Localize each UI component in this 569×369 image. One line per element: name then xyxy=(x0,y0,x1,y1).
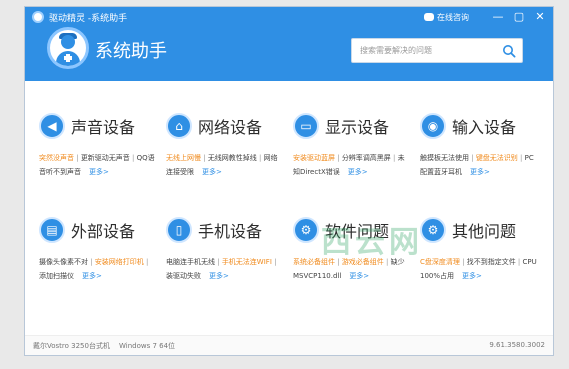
separator: | xyxy=(201,154,208,162)
category-header[interactable]: ⌂ 网络设备 xyxy=(166,111,293,141)
category-header[interactable]: ◉ 输入设备 xyxy=(420,111,547,141)
category-title[interactable]: 手机设备 xyxy=(198,218,262,242)
printer-icon: ▤ xyxy=(39,217,65,243)
problem-link[interactable]: 装驱动失败 xyxy=(166,272,201,280)
watermark: 西云网 xyxy=(321,225,423,260)
separator: | xyxy=(515,258,523,266)
assistant-avatar-icon xyxy=(47,27,89,69)
category-grid: ◀ 声音设备 突然没声音 | 更新驱动无声音 | QQ语音听不到声音 更多> ⌂ 网络设备… xyxy=(39,111,547,319)
category-title[interactable]: 其他问题 xyxy=(452,218,516,242)
separator: | xyxy=(390,154,398,162)
category-header[interactable]: ◀ 声音设备 xyxy=(39,111,166,141)
category-header[interactable]: ▭ 显示设备 xyxy=(293,111,420,141)
separator: | xyxy=(469,154,476,162)
category-title[interactable]: 声音设备 xyxy=(71,114,135,138)
category-title[interactable]: 显示设备 xyxy=(325,114,389,138)
chat-icon xyxy=(424,13,434,21)
separator: | xyxy=(335,154,342,162)
problem-link[interactable]: 安装驱动蓝屏 xyxy=(293,154,335,162)
category-card: ⚙ 其他问题 C盘深度清理 | 找不到指定文件 | CPU 100%占用 更多> xyxy=(420,215,547,319)
app-title: 系统助手 xyxy=(95,41,167,62)
problem-link[interactable]: 安装网络打印机 xyxy=(95,258,144,266)
monitor-icon: ▭ xyxy=(293,113,319,139)
maximize-button[interactable]: ▢ xyxy=(510,9,528,25)
problem-link[interactable]: 找不到指定文件 xyxy=(467,258,516,266)
category-header[interactable]: ▯ 手机设备 xyxy=(166,215,293,245)
more-link[interactable]: 更多> xyxy=(470,168,490,176)
separator: | xyxy=(517,154,525,162)
separator: | xyxy=(459,258,467,266)
separator: | xyxy=(129,154,137,162)
mouse-icon: ◉ xyxy=(420,113,446,139)
more-link[interactable]: 更多> xyxy=(209,272,229,280)
app-small-icon xyxy=(32,11,44,23)
problem-link[interactable]: 添加扫描仪 xyxy=(39,272,74,280)
title-bar[interactable]: 驱动精灵 -系统助手 在线咨询 — ▢ ✕ xyxy=(25,7,553,27)
separator: | xyxy=(271,258,277,266)
category-card: ▭ 显示设备安装驱动蓝屏 | 分辨率调高黑屏 | 未知DirectX错误 更多> xyxy=(293,111,420,215)
category-links: 无线上网慢 | 无线网教性掉线 | 网络连接受限 更多> xyxy=(166,151,284,179)
more-link[interactable]: 更多> xyxy=(462,272,482,280)
search-box[interactable] xyxy=(351,38,523,63)
search-icon[interactable] xyxy=(502,44,516,58)
category-links: 触摸板无法使用 | 键盘无法识别 | PC配置蓝牙耳机 更多> xyxy=(420,151,538,179)
search-input[interactable] xyxy=(352,39,498,62)
more-link[interactable]: 更多> xyxy=(89,168,109,176)
header-bar: 驱动精灵 -系统助手 在线咨询 — ▢ ✕ 系统助手 xyxy=(25,7,553,81)
category-card: ◀ 声音设备突然没声音 | 更新驱动无声音 | QQ语音听不到声音 更多> xyxy=(39,111,166,215)
window-title: 驱动精灵 -系统助手 xyxy=(49,14,128,24)
separator: | xyxy=(256,154,264,162)
separator: | xyxy=(74,154,81,162)
category-card: ◉ 输入设备触摸板无法使用 | 键盘无法识别 | PC配置蓝牙耳机 更多> xyxy=(420,111,547,215)
speaker-icon: ◀ xyxy=(39,113,65,139)
more-link[interactable]: 更多> xyxy=(202,168,222,176)
phone-icon: ▯ xyxy=(166,217,192,243)
status-bar: 戴尔Vostro 3250台式机 Windows 7 64位 9.61.3580… xyxy=(25,335,553,355)
problem-link[interactable]: 突然没声音 xyxy=(39,154,74,162)
gear-icon: ⚙ xyxy=(293,217,319,243)
category-card: ▤ 外部设备摄像头像素不对 | 安装网络打印机 | 添加扫描仪 更多> xyxy=(39,215,166,319)
settings-icon: ⚙ xyxy=(420,217,446,243)
category-links: 安装驱动蓝屏 | 分辨率调高黑屏 | 未知DirectX错误 更多> xyxy=(293,151,411,179)
more-link[interactable]: 更多> xyxy=(349,272,369,280)
problem-link[interactable]: 电脑连手机无线 xyxy=(166,258,215,266)
more-link[interactable]: 更多> xyxy=(348,168,368,176)
version-label: 9.61.3580.3002 xyxy=(489,341,545,349)
minimize-button[interactable]: — xyxy=(489,9,507,25)
category-header[interactable]: ⚙ 其他问题 xyxy=(420,215,547,245)
problem-link[interactable]: 分辨率调高黑屏 xyxy=(342,154,391,162)
category-links: C盘深度清理 | 找不到指定文件 | CPU 100%占用 更多> xyxy=(420,255,538,283)
category-links: 摄像头像素不对 | 安装网络打印机 | 添加扫描仪 更多> xyxy=(39,255,157,283)
category-title[interactable]: 输入设备 xyxy=(452,114,516,138)
problem-link[interactable]: 摄像头像素不对 xyxy=(39,258,88,266)
category-card: ▯ 手机设备电脑连手机无线 | 手机无法连WIFI | 装驱动失败 更多> xyxy=(166,215,293,319)
separator: | xyxy=(88,258,95,266)
problem-link[interactable]: 键盘无法识别 xyxy=(476,154,518,162)
category-title[interactable]: 外部设备 xyxy=(71,218,135,242)
os-label: Windows 7 64位 xyxy=(119,342,176,350)
problem-link[interactable]: 手机无法连WIFI xyxy=(222,258,272,266)
feedback-link[interactable]: 在线咨询 xyxy=(424,11,469,23)
problem-link[interactable]: 无线上网慢 xyxy=(166,154,201,162)
category-links: 突然没声音 | 更新驱动无声音 | QQ语音听不到声音 更多> xyxy=(39,151,157,179)
category-card: ⌂ 网络设备无线上网慢 | 无线网教性掉线 | 网络连接受限 更多> xyxy=(166,111,293,215)
problem-link[interactable]: C盘深度清理 xyxy=(420,258,460,266)
separator: | xyxy=(143,258,149,266)
pc-model-label: 戴尔Vostro 3250台式机 xyxy=(33,342,110,350)
more-link[interactable]: 更多> xyxy=(82,272,102,280)
problem-link[interactable]: 触摸板无法使用 xyxy=(420,154,469,162)
category-header[interactable]: ▤ 外部设备 xyxy=(39,215,166,245)
app-window: 驱动精灵 -系统助手 在线咨询 — ▢ ✕ 系统助手 ◀声音设备突然没声音 | … xyxy=(24,6,554,356)
problem-link[interactable]: 更新驱动无声音 xyxy=(81,154,130,162)
network-icon: ⌂ xyxy=(166,113,192,139)
category-links: 电脑连手机无线 | 手机无法连WIFI | 装驱动失败 更多> xyxy=(166,255,284,283)
feedback-label: 在线咨询 xyxy=(437,12,469,22)
category-title[interactable]: 网络设备 xyxy=(198,114,262,138)
problem-link[interactable]: 无线网教性掉线 xyxy=(208,154,257,162)
close-button[interactable]: ✕ xyxy=(531,9,549,25)
separator: | xyxy=(215,258,222,266)
